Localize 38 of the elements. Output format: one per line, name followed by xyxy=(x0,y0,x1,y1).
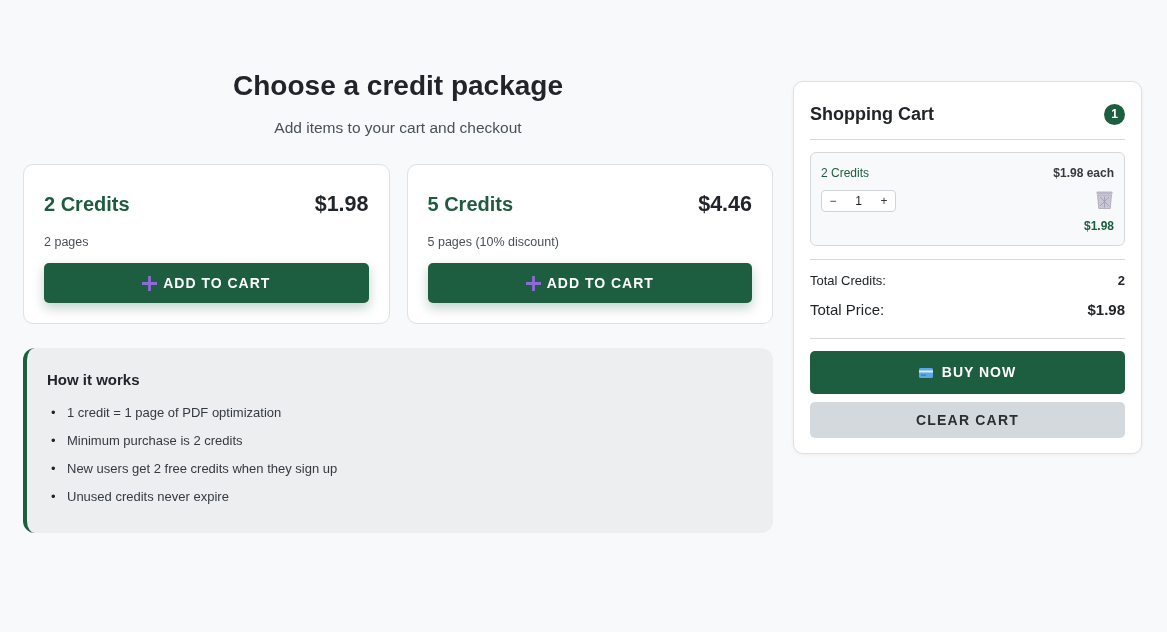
info-heading: How it works xyxy=(47,370,141,390)
bullet-mark: • xyxy=(50,404,57,422)
package-price: $4.46 xyxy=(698,192,752,216)
page-title: Choose a credit package xyxy=(232,69,564,103)
quantity-stepper[interactable]: − 1 + xyxy=(821,190,896,212)
total-value: $1.98 xyxy=(1087,300,1125,320)
trash-icon[interactable] xyxy=(1096,191,1113,209)
bullet-mark: • xyxy=(50,432,57,450)
package-description: 5 pages (10% discount) xyxy=(427,234,560,251)
credit-card-icon xyxy=(918,367,933,378)
add-to-cart-button[interactable]: ADD TO CART xyxy=(44,263,369,303)
plus-icon xyxy=(142,275,158,291)
add-to-cart-button[interactable]: ADD TO CART xyxy=(427,263,752,303)
cart-item-unit-price: $1.98 each xyxy=(1053,165,1114,182)
cart-item-name: 2 Credits xyxy=(821,165,870,182)
bullet-mark: • xyxy=(50,460,57,478)
package-name: 2 Credits xyxy=(44,192,130,216)
total-value: 2 xyxy=(1117,272,1125,290)
cart-item-subtotal: $1.98 xyxy=(1083,218,1114,235)
clear-cart-button[interactable]: CLEAR CART xyxy=(810,402,1125,438)
package-name: 5 Credits xyxy=(427,192,514,216)
cart-title: Shopping Cart xyxy=(810,103,934,126)
package-price: $1.98 xyxy=(314,192,369,216)
cart-count-badge: 1 xyxy=(1104,103,1125,125)
bullet-mark: • xyxy=(50,488,57,506)
package-description: 2 pages xyxy=(44,234,90,251)
increment-button[interactable]: + xyxy=(873,191,895,211)
info-list-item: 1 credit = 1 page of PDF optimization xyxy=(67,404,282,422)
total-label: Total Price: xyxy=(810,300,885,320)
page-subtitle: Add items to your cart and checkout xyxy=(273,118,523,138)
decrement-button[interactable]: − xyxy=(822,191,844,211)
info-list-item: Unused credits never expire xyxy=(67,488,229,506)
quantity-value: 1 xyxy=(854,193,863,210)
info-list-item: Minimum purchase is 2 credits xyxy=(67,432,243,450)
info-list-item: New users get 2 free credits when they sign up xyxy=(67,460,338,478)
plus-icon xyxy=(525,275,541,291)
buy-now-button[interactable]: BUY NOW xyxy=(810,351,1125,394)
total-label: Total Credits: xyxy=(810,272,886,290)
